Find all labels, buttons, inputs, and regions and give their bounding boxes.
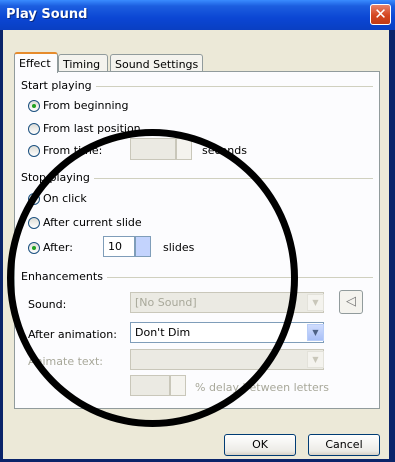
after-slides-spinner[interactable] [135, 236, 151, 257]
title-bar[interactable]: Play Sound ✕ [0, 0, 395, 30]
radio-dot [28, 216, 40, 229]
close-button[interactable]: ✕ [370, 4, 391, 25]
ok-button[interactable]: OK [224, 434, 296, 456]
radio-after-current-slide[interactable]: After current slide [28, 216, 142, 229]
delay-unit-label: % delay between letters [195, 381, 330, 394]
radio-label: On click [43, 192, 87, 205]
radio-from-time[interactable]: From time: [28, 144, 102, 157]
radio-label: After current slide [43, 216, 142, 229]
radio-label: From time: [43, 144, 103, 157]
slides-unit-label: slides [163, 241, 195, 254]
chevron-down-icon[interactable]: ▼ [307, 324, 324, 341]
tab-effect[interactable]: Effect [14, 52, 58, 73]
tab-effect-label: Effect [19, 57, 51, 70]
time-unit-label: seconds [202, 144, 247, 157]
enhancements-heading: Enhancements [21, 270, 107, 283]
sound-label: Sound: [28, 298, 67, 311]
chevron-down-icon[interactable]: ▼ [307, 294, 324, 311]
delay-spinner[interactable] [170, 375, 186, 396]
radio-dot [28, 241, 40, 254]
animate-text-dropdown[interactable] [130, 349, 324, 370]
sound-dropdown[interactable]: [No Sound] [130, 292, 324, 313]
after-animation-label: After animation: [28, 328, 117, 341]
tab-sound-settings-label: Sound Settings [115, 58, 199, 71]
radio-dot [28, 99, 40, 112]
start-playing-heading: Start playing [21, 79, 96, 92]
radio-label: From beginning [43, 99, 129, 112]
chevron-down-icon[interactable]: ▼ [307, 351, 324, 368]
radio-from-last-position[interactable]: From last position [28, 122, 141, 135]
radio-label: After: [43, 241, 73, 254]
cancel-button[interactable]: Cancel [308, 434, 380, 456]
delay-input[interactable] [130, 375, 170, 396]
tab-timing-label: Timing [63, 58, 101, 71]
effect-panel: Start playing From beginning From last p… [14, 71, 380, 409]
radio-on-click[interactable]: On click [28, 192, 87, 205]
close-icon: ✕ [374, 5, 387, 23]
tab-timing[interactable]: Timing [58, 54, 108, 72]
play-sound-dialog: Play Sound ✕ Effect Timing Sound Setting… [0, 0, 395, 462]
speaker-icon[interactable]: ◁ [339, 290, 363, 314]
after-slides-input[interactable]: 10 [103, 236, 135, 257]
tab-sound-settings[interactable]: Sound Settings [110, 54, 203, 72]
animate-text-label: Animate text: [28, 355, 104, 368]
radio-label: From last position [43, 122, 141, 135]
radio-from-beginning[interactable]: From beginning [28, 99, 129, 112]
radio-dot [28, 144, 40, 157]
radio-dot [28, 192, 40, 205]
from-time-input[interactable] [130, 138, 176, 160]
radio-dot [28, 122, 40, 135]
radio-after[interactable]: After: [28, 241, 73, 254]
dialog-body: Effect Timing Sound Settings Start playi… [3, 30, 389, 459]
after-animation-dropdown[interactable]: Don't Dim [130, 322, 324, 343]
from-time-spinner[interactable] [176, 138, 192, 160]
window-title: Play Sound [6, 7, 88, 22]
stop-playing-heading: Stop playing [21, 171, 94, 184]
